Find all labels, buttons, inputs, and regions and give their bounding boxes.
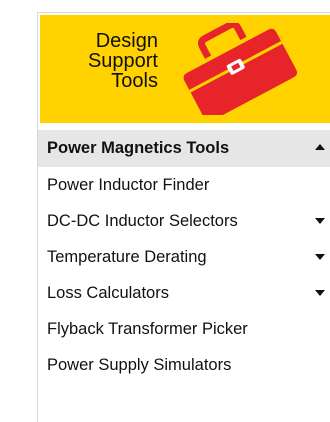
banner-title-line-3: Tools (111, 70, 158, 92)
menu-item-label: DC-DC Inductor Selectors (47, 212, 238, 230)
menu-header-label: Power Magnetics Tools (47, 139, 230, 157)
caret-up-icon[interactable] (315, 144, 325, 150)
menu-item-flyback-transformer-picker[interactable]: Flyback Transformer Picker (38, 311, 330, 347)
menu-header-power-magnetics-tools[interactable]: Power Magnetics Tools (38, 130, 330, 167)
menu-item-label: Power Inductor Finder (47, 176, 210, 194)
design-support-tools-banner[interactable]: Design Support Tools (40, 15, 330, 123)
caret-down-icon[interactable] (315, 290, 325, 296)
menu-item-temperature-derating[interactable]: Temperature Derating (38, 239, 330, 275)
power-magnetics-menu: Power Magnetics Tools Power Inductor Fin… (38, 130, 330, 383)
banner-title-line-2: Support (87, 50, 158, 72)
menu-item-dc-dc-inductor-selectors[interactable]: DC-DC Inductor Selectors (38, 203, 330, 239)
caret-down-icon[interactable] (315, 218, 325, 224)
menu-item-power-supply-simulators[interactable]: Power Supply Simulators (38, 347, 330, 383)
menu-item-label: Loss Calculators (47, 284, 169, 302)
caret-down-icon[interactable] (315, 254, 325, 260)
menu-item-power-inductor-finder[interactable]: Power Inductor Finder (38, 167, 330, 203)
design-support-tools-panel: Design Support Tools Power Magnetics Too… (37, 12, 330, 422)
menu-item-loss-calculators[interactable]: Loss Calculators (38, 275, 330, 311)
toolbox-icon (183, 23, 297, 115)
menu-item-label: Temperature Derating (47, 248, 207, 266)
banner-title-line-1: Design (95, 30, 158, 52)
banner-title: Design Support Tools (58, 31, 158, 91)
menu-item-label: Power Supply Simulators (47, 356, 232, 374)
menu-item-label: Flyback Transformer Picker (47, 320, 248, 338)
